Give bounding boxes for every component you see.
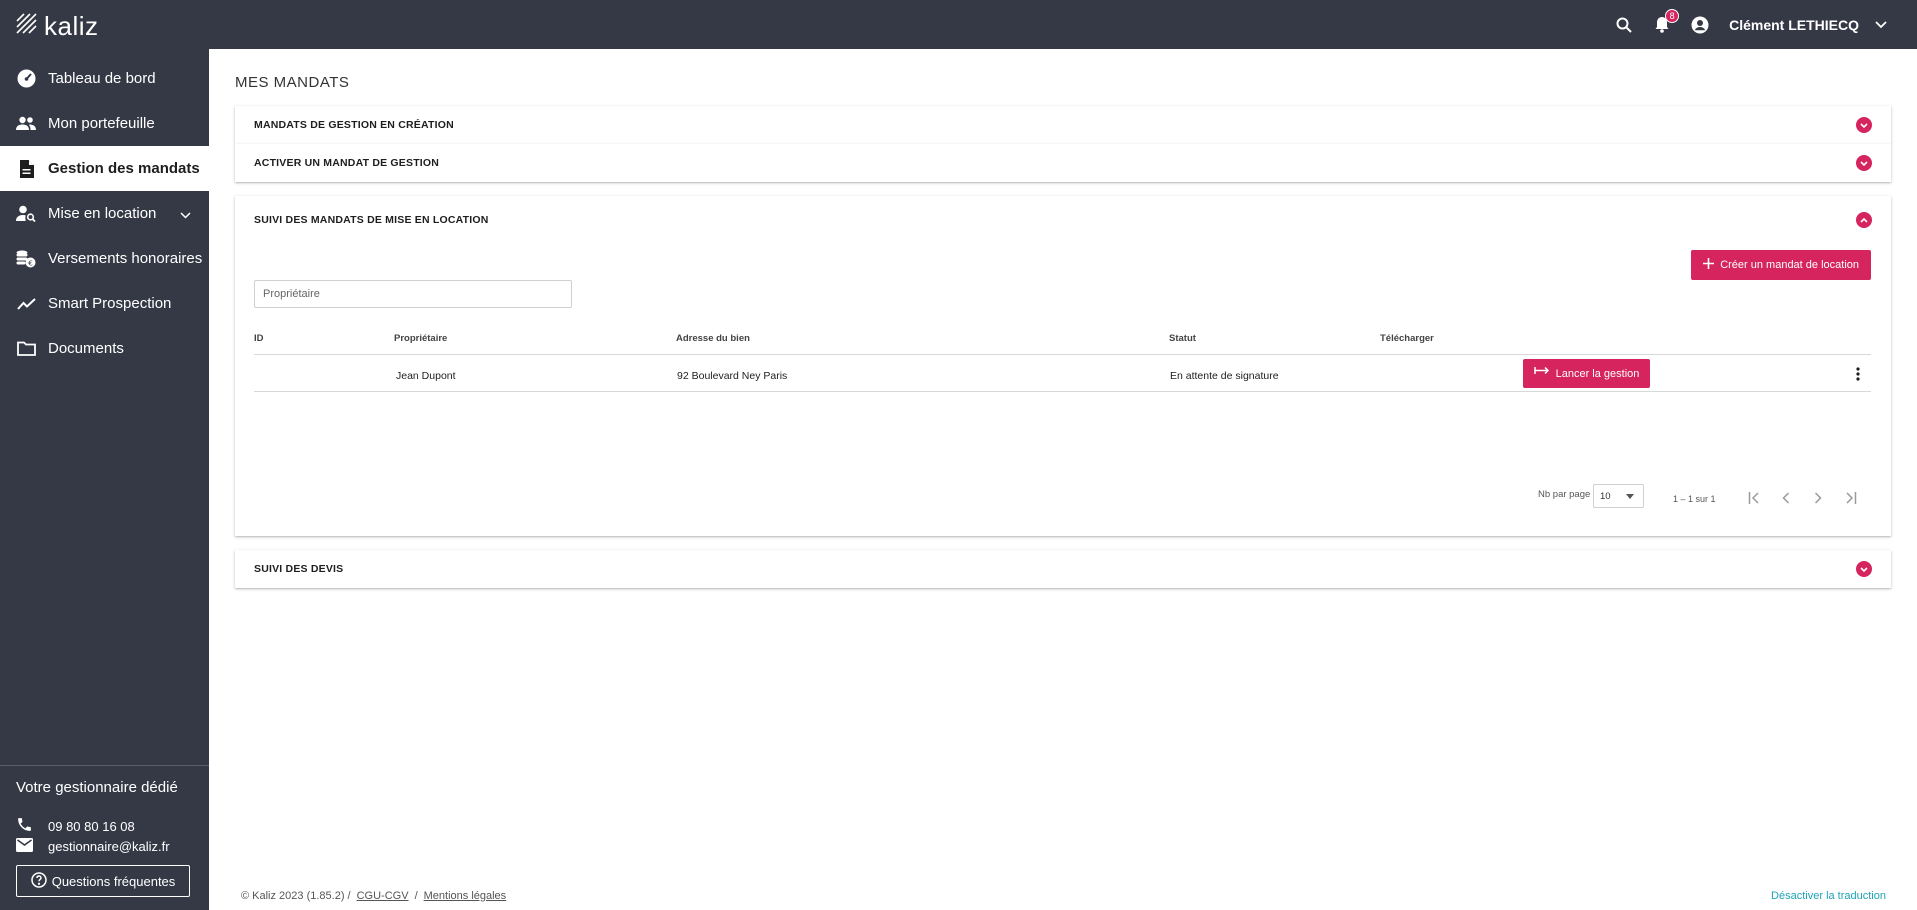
faq-label: Questions fréquentes [51,873,176,889]
sidebar-item-gestion-des-mandats[interactable]: Gestion des mandats [0,146,209,191]
pagination-range: 1 – 1 sur 1 [1673,494,1716,504]
person-search-icon [15,203,37,225]
top-bar: kaliz 8 Clément LETHIECQ [0,0,1917,49]
dropdown-caret-icon [1626,494,1634,499]
panel-header[interactable]: SUIVI DES DEVIS [235,550,1891,588]
manager-phone[interactable]: 09 80 80 16 08 [16,816,135,836]
svg-text:€: € [28,259,32,267]
expand-icon[interactable] [1856,155,1872,171]
table-header-divider [254,354,1871,355]
sidebar-item-versements-honoraires[interactable]: € Versements honoraires [0,236,209,281]
last-page-icon[interactable] [1839,488,1861,508]
sidebar-item-smart-prospection[interactable]: Smart Prospection [0,281,209,326]
items-per-page-label: Nb par page [1538,489,1591,500]
email-icon [16,838,33,855]
account-circle-icon[interactable] [1689,14,1711,36]
panel-suivi-devis: SUIVI DES DEVIS [235,550,1891,588]
panel-header[interactable]: ACTIVER UN MANDAT DE GESTION [235,144,1891,182]
items-per-page-select[interactable]: 10 [1593,484,1644,508]
coins-icon: € [15,248,37,270]
owner-search-input[interactable] [254,280,572,308]
create-rental-mandate-button[interactable]: Créer un mandat de location [1691,250,1871,280]
sidebar-item-tableau-de-bord[interactable]: Tableau de bord [0,56,209,101]
kaliz-logo-icon [14,11,40,42]
table-row-divider [254,391,1871,392]
arrow-right-bar-icon [1533,366,1550,381]
panel-mandats-gestion-creation: MANDATS DE GESTION EN CRÉATION [235,106,1891,144]
sidebar-item-mise-en-location[interactable]: Mise en location [0,191,209,236]
panel-activer-mandat-gestion: ACTIVER UN MANDAT DE GESTION [235,144,1891,182]
phone-icon [16,816,33,836]
column-header-address[interactable]: Adresse du bien [676,333,750,344]
expand-icon[interactable] [1856,561,1872,577]
cell-address: 92 Boulevard Ney Paris [677,370,788,382]
dedicated-manager-title: Votre gestionnaire dédié [16,779,178,796]
column-header-status[interactable]: Statut [1169,333,1196,344]
chevron-down-icon[interactable] [1875,16,1887,34]
column-header-owner[interactable]: Propriétaire [394,333,447,344]
column-header-id[interactable]: ID [254,333,264,344]
logo-text: kaliz [44,11,99,41]
page-title: MES MANDATS [235,74,350,91]
previous-page-icon[interactable] [1775,488,1797,508]
faq-button[interactable]: Questions fréquentes [16,865,190,897]
disable-translation-link[interactable]: Désactiver la traduction [1771,890,1886,902]
notifications-bell-icon[interactable]: 8 [1651,8,1680,36]
sidebar-item-mon-portefeuille[interactable]: Mon portefeuille [0,101,209,146]
panel-suivi-mandats-location: SUIVI DES MANDATS DE MISE EN LOCATION Cr… [235,196,1891,536]
cell-status: En attente de signature [1170,370,1279,382]
panel-header[interactable]: MANDATS DE GESTION EN CRÉATION [235,106,1891,144]
more-options-icon[interactable] [1849,364,1867,384]
sidebar-divider [0,765,209,766]
legal-mentions-link[interactable]: Mentions légales [424,890,507,902]
plus-icon [1703,258,1715,272]
sidebar: Tableau de bord Mon portefeuille Gestion… [0,49,209,910]
help-circle-icon [30,871,47,891]
email-address: gestionnaire@kaliz.fr [48,839,170,854]
search-icon[interactable] [1613,14,1635,36]
user-name[interactable]: Clément LETHIECQ [1729,17,1859,33]
cell-owner: Jean Dupont [396,370,456,382]
manager-email[interactable]: gestionnaire@kaliz.fr [16,838,170,855]
copyright-text: © Kaliz 2023 (1.85.2) / [241,890,351,902]
trending-icon [15,293,37,315]
panel-header[interactable]: SUIVI DES MANDATS DE MISE EN LOCATION [235,196,1891,244]
folder-icon [15,338,37,360]
notification-badge: 8 [1665,8,1680,23]
column-header-download[interactable]: Télécharger [1380,333,1434,344]
collapse-icon[interactable] [1856,212,1872,228]
dashboard-icon [15,68,37,90]
chevron-down-icon[interactable] [180,206,191,224]
expand-icon[interactable] [1856,117,1872,133]
people-icon [15,113,37,135]
footer: © Kaliz 2023 (1.85.2) / CGU-CGV / Mentio… [241,890,506,902]
launch-management-button[interactable]: Lancer la gestion [1523,359,1650,388]
sidebar-item-documents[interactable]: Documents [0,326,209,371]
footer-separator: / [414,890,418,902]
next-page-icon[interactable] [1807,488,1829,508]
first-page-icon[interactable] [1743,488,1765,508]
phone-number: 09 80 80 16 08 [48,818,135,834]
kaliz-logo[interactable]: kaliz [14,11,99,42]
cgu-link[interactable]: CGU-CGV [357,890,409,902]
document-icon [15,158,37,180]
